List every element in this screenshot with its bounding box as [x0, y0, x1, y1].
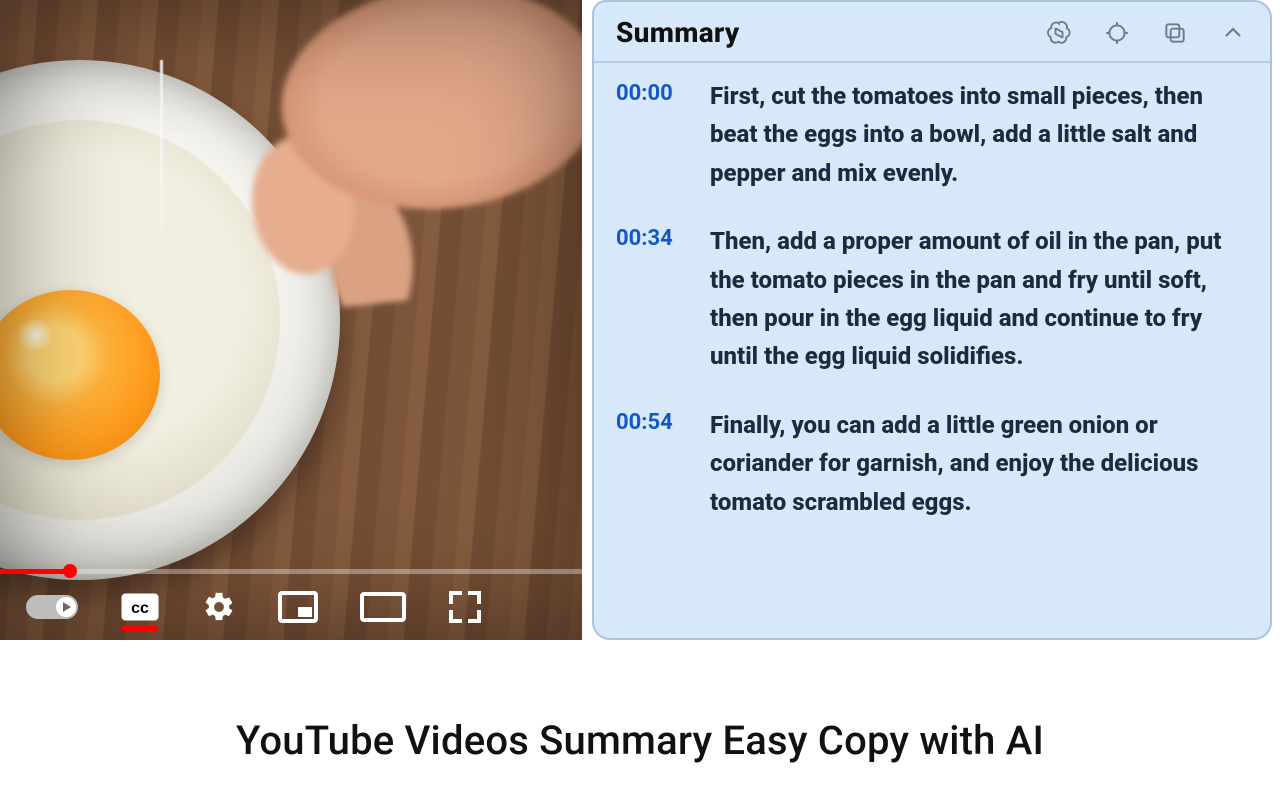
target-icon[interactable] — [1102, 18, 1132, 48]
video-frame — [0, 0, 582, 640]
summary-body: 00:00 First, cut the tomatoes into small… — [594, 63, 1270, 561]
promo-caption: YouTube Videos Summary Easy Copy with AI — [0, 680, 1280, 800]
settings-button[interactable] — [202, 590, 236, 624]
summary-text: Finally, you can add a little green onio… — [710, 406, 1248, 521]
timestamp-link[interactable]: 00:54 — [616, 406, 688, 521]
video-player[interactable]: cc — [0, 0, 582, 640]
fullscreen-button[interactable] — [448, 590, 482, 624]
theater-button[interactable] — [360, 592, 406, 622]
summary-actions — [1044, 18, 1248, 48]
summary-text: First, cut the tomatoes into small piece… — [710, 77, 1248, 192]
captions-active-indicator — [122, 626, 158, 631]
collapse-icon[interactable] — [1218, 18, 1248, 48]
summary-item: 00:34 Then, add a proper amount of oil i… — [616, 222, 1248, 376]
play-icon — [56, 597, 76, 617]
summary-panel: Summary — [592, 0, 1272, 640]
miniplayer-button[interactable] — [278, 591, 318, 623]
copy-icon[interactable] — [1160, 18, 1190, 48]
captions-button[interactable]: cc — [120, 592, 160, 622]
player-controls: cc — [0, 574, 582, 640]
timestamp-link[interactable]: 00:34 — [616, 222, 688, 376]
openai-icon[interactable] — [1044, 18, 1074, 48]
summary-text: Then, add a proper amount of oil in the … — [710, 222, 1248, 376]
summary-item: 00:54 Finally, you can add a little gree… — [616, 406, 1248, 521]
svg-text:cc: cc — [131, 600, 149, 617]
summary-header: Summary — [594, 2, 1270, 63]
summary-item: 00:00 First, cut the tomatoes into small… — [616, 77, 1248, 192]
autoplay-toggle[interactable] — [26, 595, 78, 619]
timestamp-link[interactable]: 00:00 — [616, 77, 688, 192]
summary-title: Summary — [616, 16, 740, 49]
promo-caption-text: YouTube Videos Summary Easy Copy with AI — [236, 717, 1044, 764]
